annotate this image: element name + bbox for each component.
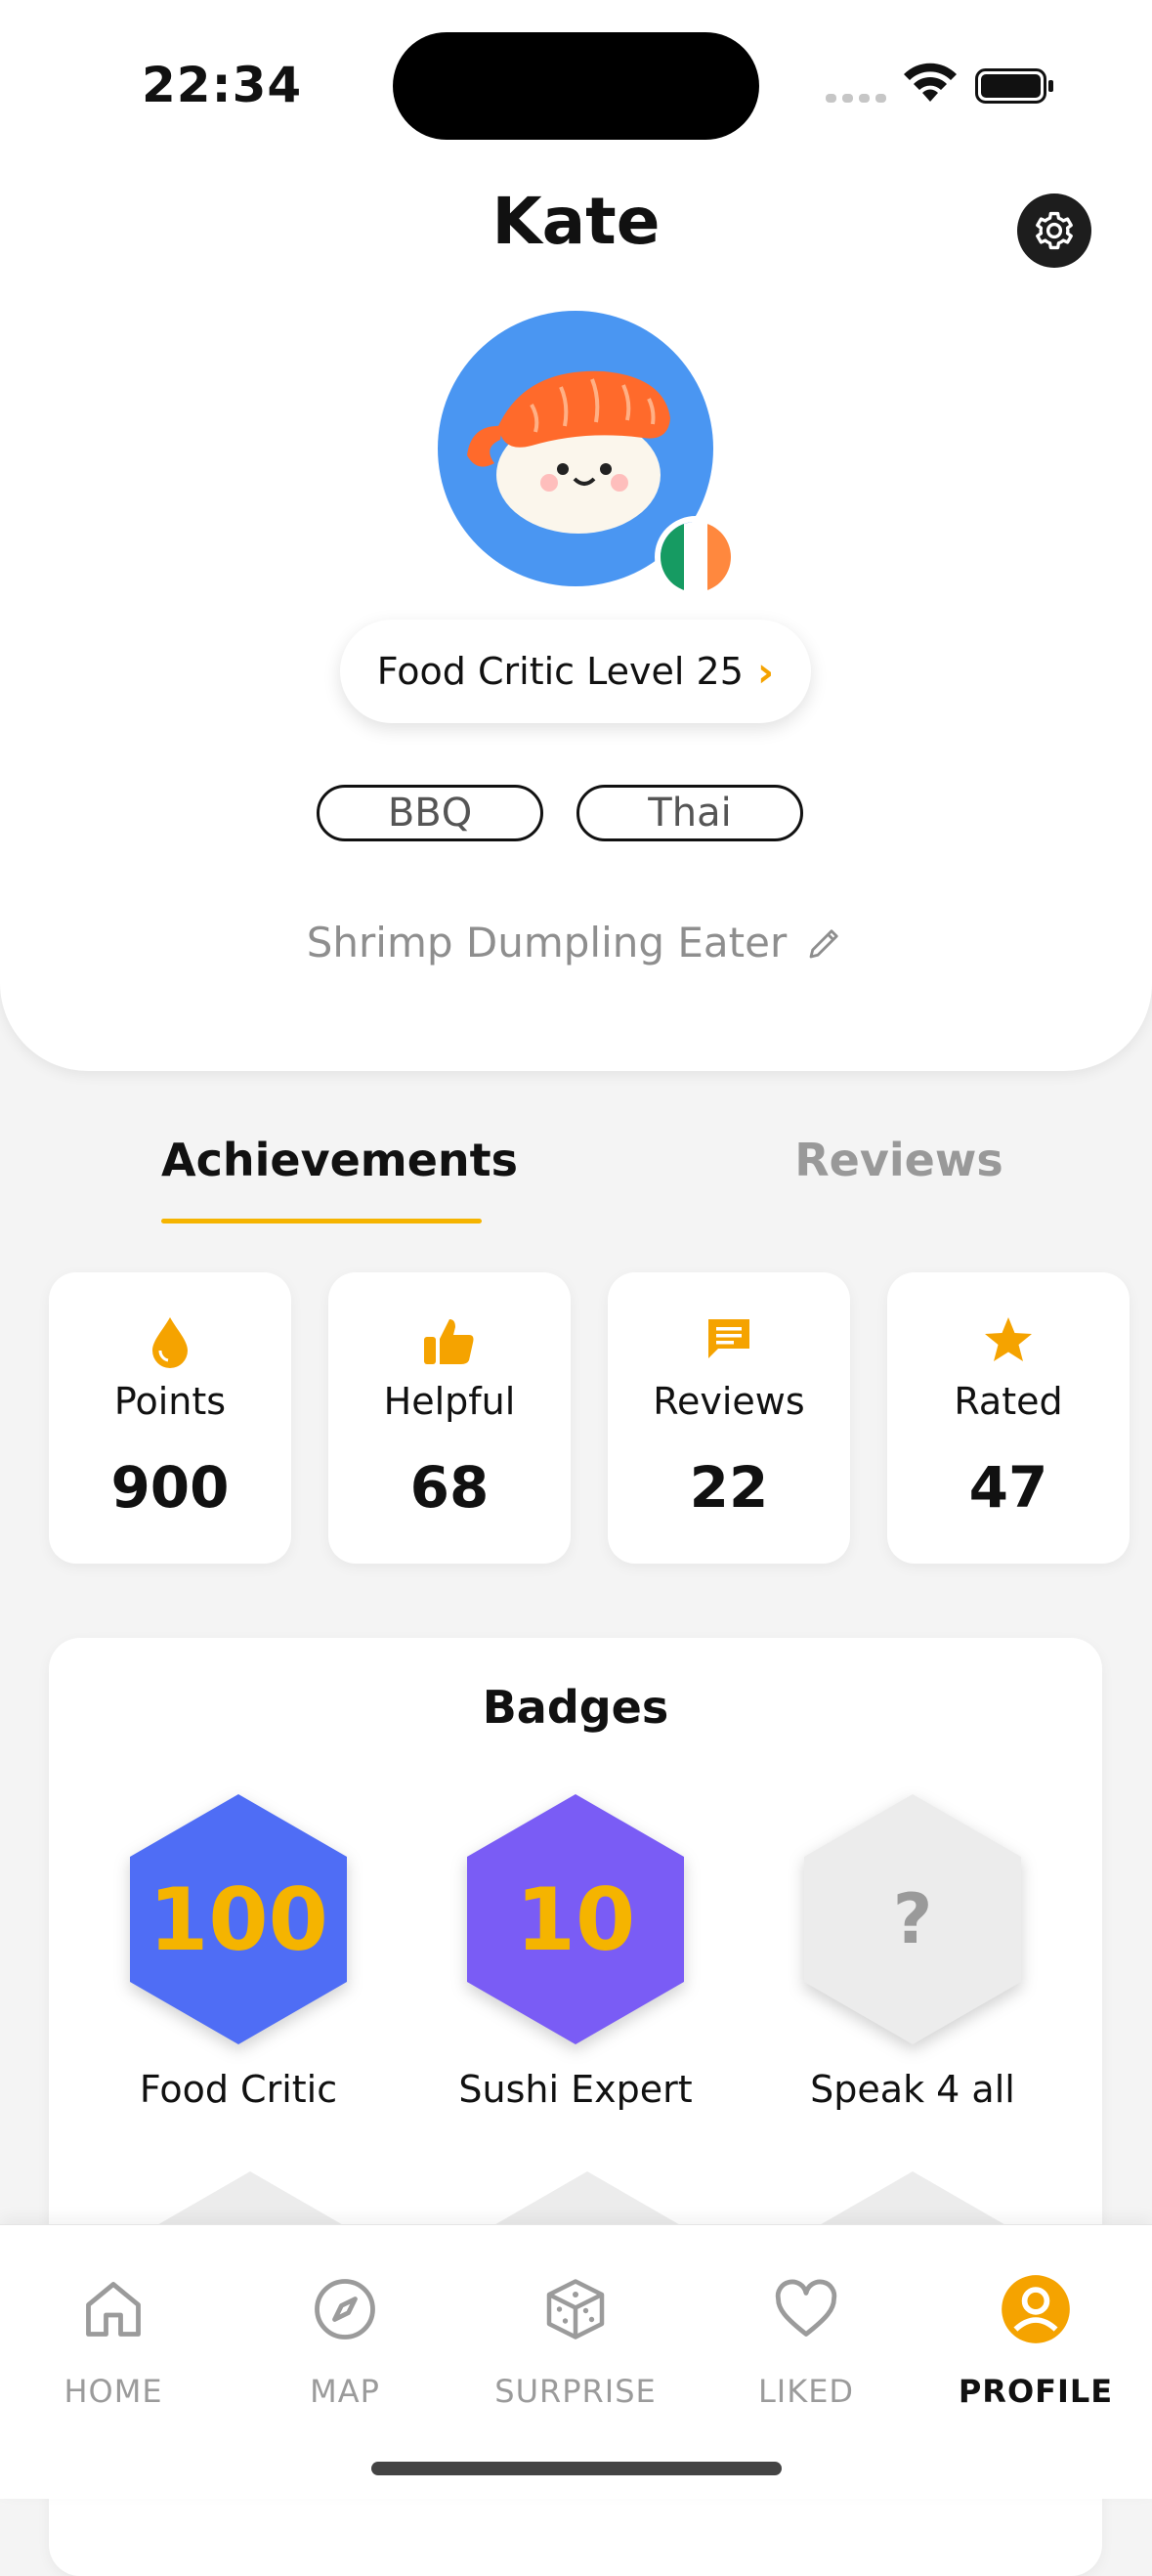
star-icon bbox=[985, 1317, 1032, 1361]
stat-value: 68 bbox=[409, 1454, 490, 1521]
cuisine-tag[interactable]: Thai bbox=[576, 785, 803, 841]
badge-sushi-expert[interactable]: 10 bbox=[467, 1794, 684, 2044]
profile-name: Kate bbox=[491, 184, 661, 259]
dynamic-island bbox=[393, 32, 759, 140]
settings-button[interactable] bbox=[1017, 193, 1091, 268]
compass-icon bbox=[315, 2279, 375, 2340]
badge-label: Food Critic bbox=[139, 2068, 338, 2111]
stat-card-points[interactable]: Points 900 bbox=[49, 1272, 291, 1564]
stat-value: 900 bbox=[110, 1454, 230, 1521]
badges-title: Badges bbox=[482, 1681, 669, 1734]
nav-label: HOME bbox=[64, 2373, 163, 2410]
stat-card-reviews[interactable]: Reviews 22 bbox=[608, 1272, 850, 1564]
country-flag-icon bbox=[655, 516, 737, 598]
nav-surprise[interactable]: SURPRISE bbox=[478, 2265, 673, 2410]
bio-row[interactable]: Shrimp Dumpling Eater bbox=[0, 919, 1152, 966]
status-time: 22:34 bbox=[142, 57, 303, 113]
gear-icon bbox=[1036, 211, 1073, 250]
stat-label: Rated bbox=[954, 1380, 1063, 1423]
badge-label: Sushi Expert bbox=[458, 2068, 693, 2111]
nav-label: MAP bbox=[310, 2373, 380, 2410]
nav-liked[interactable]: LIKED bbox=[708, 2265, 904, 2410]
badge-value: 10 bbox=[515, 1868, 636, 1970]
battery-icon bbox=[975, 68, 1053, 104]
nav-profile[interactable]: PROFILE bbox=[938, 2265, 1133, 2410]
home-indicator[interactable] bbox=[371, 2462, 782, 2475]
level-label: Food Critic Level 25 bbox=[376, 650, 744, 693]
badge-value: 100 bbox=[149, 1868, 328, 1970]
bio-text: Shrimp Dumpling Eater bbox=[306, 919, 788, 966]
nav-label: SURPRISE bbox=[494, 2373, 657, 2410]
stat-label: Helpful bbox=[383, 1380, 516, 1423]
cuisine-tag[interactable]: BBQ bbox=[317, 785, 543, 841]
home-icon bbox=[86, 2282, 141, 2337]
badge-speak-4-all[interactable]: ? bbox=[804, 1794, 1021, 2044]
stat-label: Reviews bbox=[653, 1380, 805, 1423]
stat-value: 47 bbox=[968, 1454, 1048, 1521]
heart-icon bbox=[775, 2279, 837, 2337]
drop-icon bbox=[152, 1317, 188, 1368]
message-icon bbox=[708, 1319, 749, 1358]
stat-card-helpful[interactable]: Helpful 68 bbox=[328, 1272, 571, 1564]
level-button[interactable]: Food Critic Level 25 › bbox=[340, 620, 811, 723]
nav-home[interactable]: HOME bbox=[16, 2265, 211, 2410]
cellular-signal-icon bbox=[826, 94, 886, 103]
nav-label: PROFILE bbox=[958, 2373, 1114, 2410]
nav-label: LIKED bbox=[757, 2373, 855, 2410]
tab-reviews[interactable]: Reviews bbox=[743, 1134, 1055, 1186]
chevron-right-icon: › bbox=[756, 647, 775, 696]
wifi-icon bbox=[904, 63, 957, 102]
badge-food-critic[interactable]: 100 bbox=[130, 1794, 347, 2044]
dice-icon bbox=[546, 2279, 605, 2340]
badge-value: ? bbox=[892, 1879, 933, 1959]
badge-label: Speak 4 all bbox=[810, 2068, 1015, 2111]
active-tab-indicator bbox=[161, 1219, 482, 1224]
user-icon bbox=[1002, 2275, 1070, 2343]
nav-map[interactable]: MAP bbox=[247, 2265, 443, 2410]
pencil-icon[interactable] bbox=[804, 923, 845, 964]
thumbs-up-icon bbox=[424, 1319, 474, 1364]
stat-card-rated[interactable]: Rated 47 bbox=[887, 1272, 1130, 1564]
stat-label: Points bbox=[113, 1380, 227, 1423]
stat-value: 22 bbox=[689, 1454, 769, 1521]
tab-achievements[interactable]: Achievements bbox=[161, 1134, 518, 1186]
